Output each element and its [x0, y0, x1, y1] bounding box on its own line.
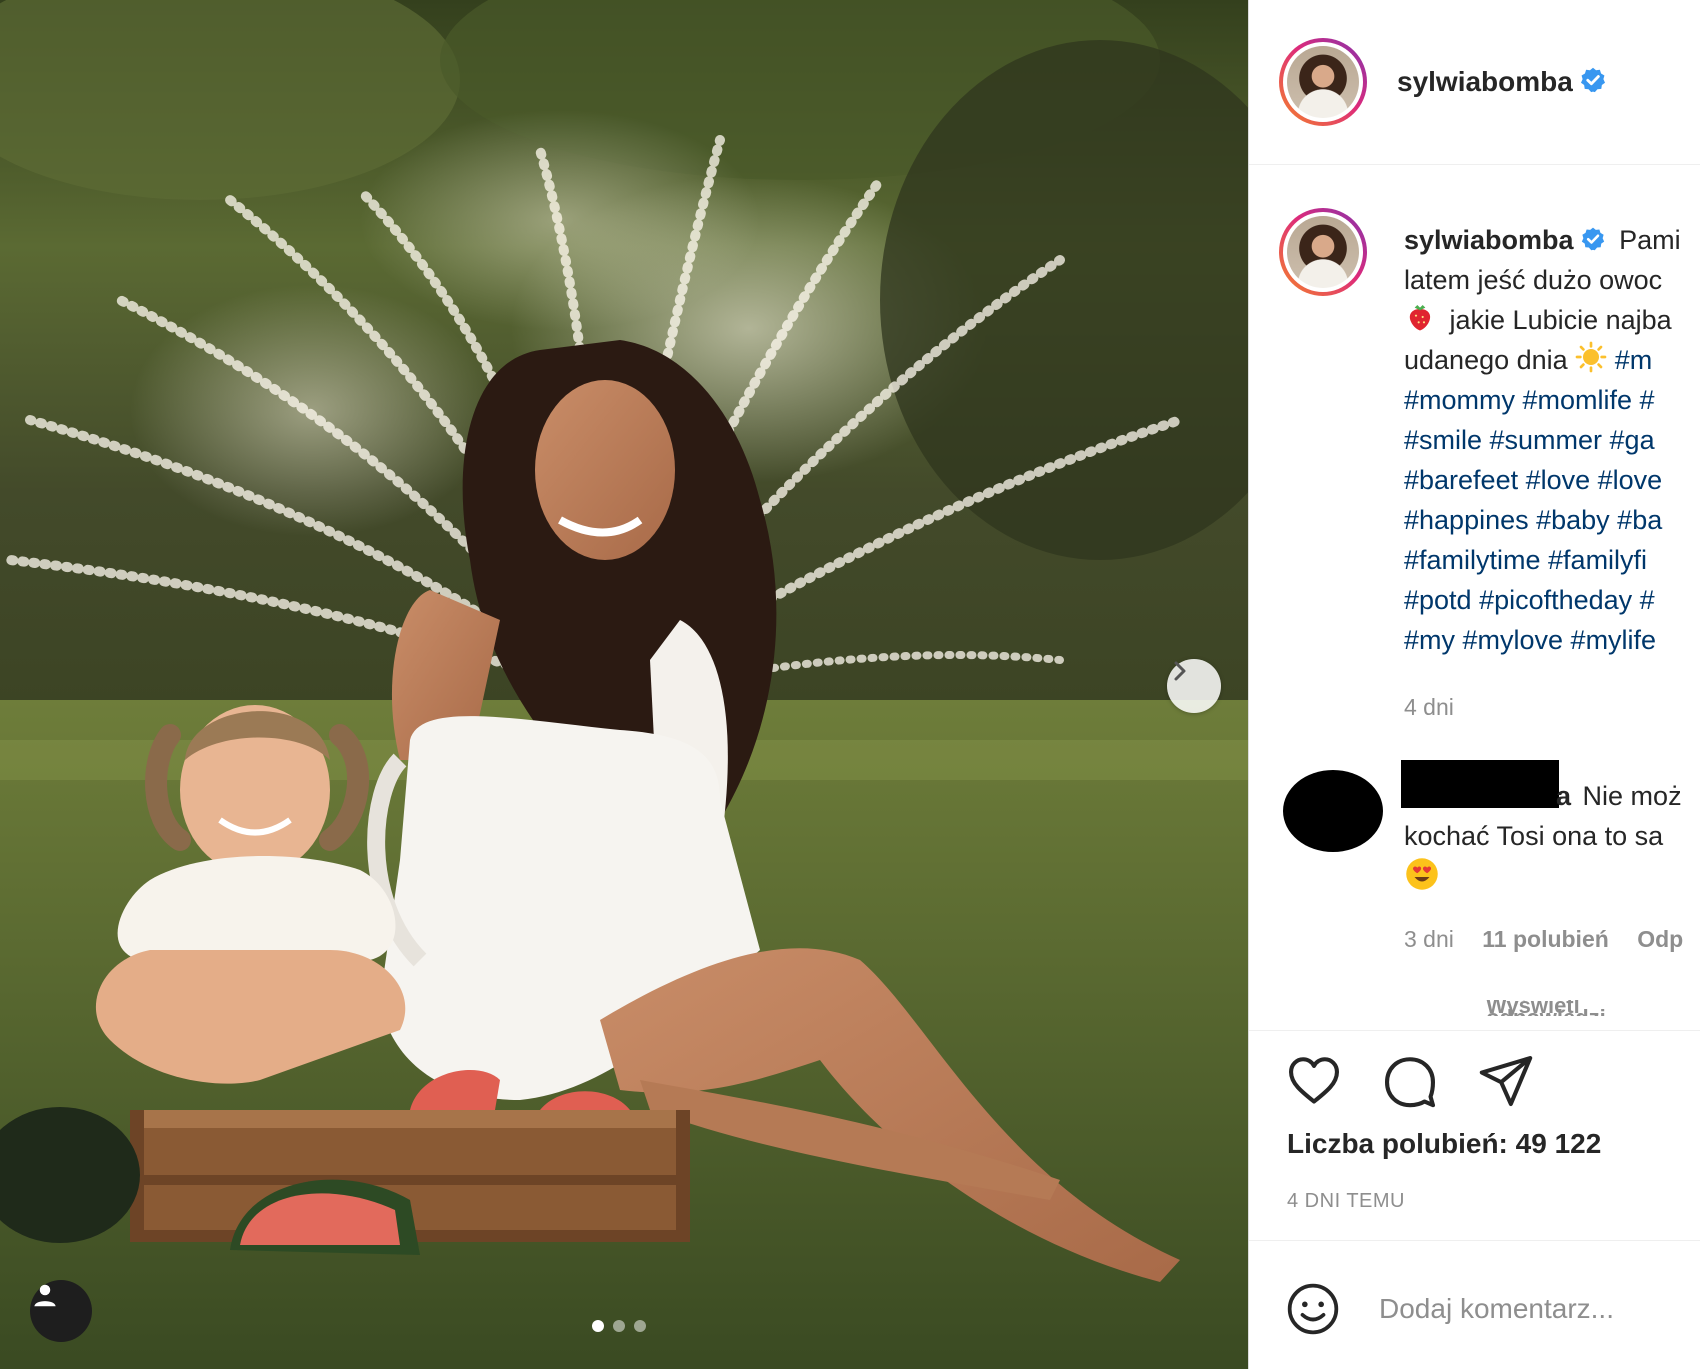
- caption-text-line: Pami: [1619, 225, 1681, 255]
- share-send-icon[interactable]: [1477, 1052, 1535, 1110]
- emoji-picker-icon[interactable]: [1285, 1281, 1341, 1337]
- caption-text-line: udanego dnia: [1404, 345, 1568, 375]
- hashtag-line[interactable]: #my #mylove #mylife: [1404, 620, 1700, 660]
- author-avatar[interactable]: [1279, 38, 1367, 126]
- comment-username[interactable]: a: [1556, 781, 1571, 811]
- comment-timestamp[interactable]: 3 dni: [1404, 926, 1454, 952]
- photo-illustration: [0, 0, 1248, 1369]
- post-caption: sylwiabomba Pami latem jeść dużo owoc ja…: [1404, 220, 1700, 660]
- view-replies-link[interactable]: Wyświetl odpowiedzi: [1486, 1000, 1686, 1016]
- sun-icon: [1575, 341, 1607, 373]
- caption-timestamp[interactable]: 4 dni: [1404, 694, 1454, 721]
- comment-text: kochać Tosi ona to sa: [1404, 821, 1664, 851]
- post-header: sylwiabomba: [1279, 38, 1605, 126]
- hashtag-line[interactable]: #potd #picoftheday #: [1404, 580, 1700, 620]
- caption-text-line: latem jeść dużo owoc: [1404, 265, 1663, 295]
- comment-likes[interactable]: 11 polubień: [1482, 926, 1609, 952]
- post-date[interactable]: 4 DNI TEMU: [1287, 1190, 1405, 1213]
- comment-text: Nie moż: [1582, 781, 1682, 811]
- caption-author-avatar[interactable]: [1279, 208, 1367, 296]
- user-icon: [34, 1284, 56, 1307]
- like-heart-icon[interactable]: [1285, 1052, 1343, 1110]
- carousel-indicator: [592, 1320, 646, 1332]
- hashtag-line[interactable]: #happines #baby #ba: [1404, 500, 1700, 540]
- tagged-users-button[interactable]: [30, 1280, 92, 1342]
- carousel-dot-active: [592, 1320, 604, 1332]
- post-actions: [1285, 1052, 1535, 1110]
- avatar-image: [1287, 216, 1359, 288]
- carousel-dot: [613, 1320, 625, 1332]
- hashtag-line[interactable]: #barefeet #love #love: [1404, 460, 1700, 500]
- hashtag-link[interactable]: #m: [1615, 345, 1653, 375]
- avatar-image: [1287, 46, 1359, 118]
- comment-bubble-icon[interactable]: [1381, 1052, 1439, 1110]
- comment-meta: 3 dni 11 polubień Odp: [1404, 926, 1683, 953]
- add-comment-input[interactable]: [1379, 1285, 1689, 1333]
- caption-username[interactable]: sylwiabomba: [1404, 225, 1574, 255]
- divider: [1249, 164, 1700, 165]
- post-sidebar: sylwiabomba sylwiabomba Pami latem jeść …: [1248, 0, 1700, 1369]
- hashtag-line[interactable]: #mommy #momlife #: [1404, 380, 1700, 420]
- caption-text-line: jakie Lubicie najba: [1449, 305, 1672, 335]
- author-username[interactable]: sylwiabomba: [1397, 66, 1607, 98]
- verified-badge-icon: [1581, 227, 1604, 251]
- strawberry-icon: [1409, 305, 1431, 331]
- verified-badge-icon: [1580, 67, 1605, 93]
- comment-body: a Nie moż kochać Tosi ona to sa: [1404, 776, 1700, 899]
- add-comment-bar: [1249, 1240, 1700, 1369]
- next-slide-button[interactable]: [1167, 659, 1221, 713]
- view-replies-text[interactable]: Wyświetl odpowiedzi: [1486, 1000, 1606, 1016]
- hashtag-line[interactable]: #familytime #familyfi: [1404, 540, 1700, 580]
- post-photo[interactable]: [0, 0, 1248, 1369]
- likes-count[interactable]: Liczba polubień: 49 122: [1287, 1128, 1601, 1160]
- heart-eyes-emoji-icon: [1406, 858, 1438, 890]
- carousel-dot: [634, 1320, 646, 1332]
- commenter-avatar[interactable]: [1283, 770, 1383, 852]
- reply-button[interactable]: Odp: [1637, 926, 1683, 952]
- chevron-right-icon: [1174, 661, 1186, 681]
- hashtag-line[interactable]: #smile #summer #ga: [1404, 420, 1700, 460]
- divider: [1249, 1030, 1700, 1031]
- author-username-text[interactable]: sylwiabomba: [1397, 66, 1573, 97]
